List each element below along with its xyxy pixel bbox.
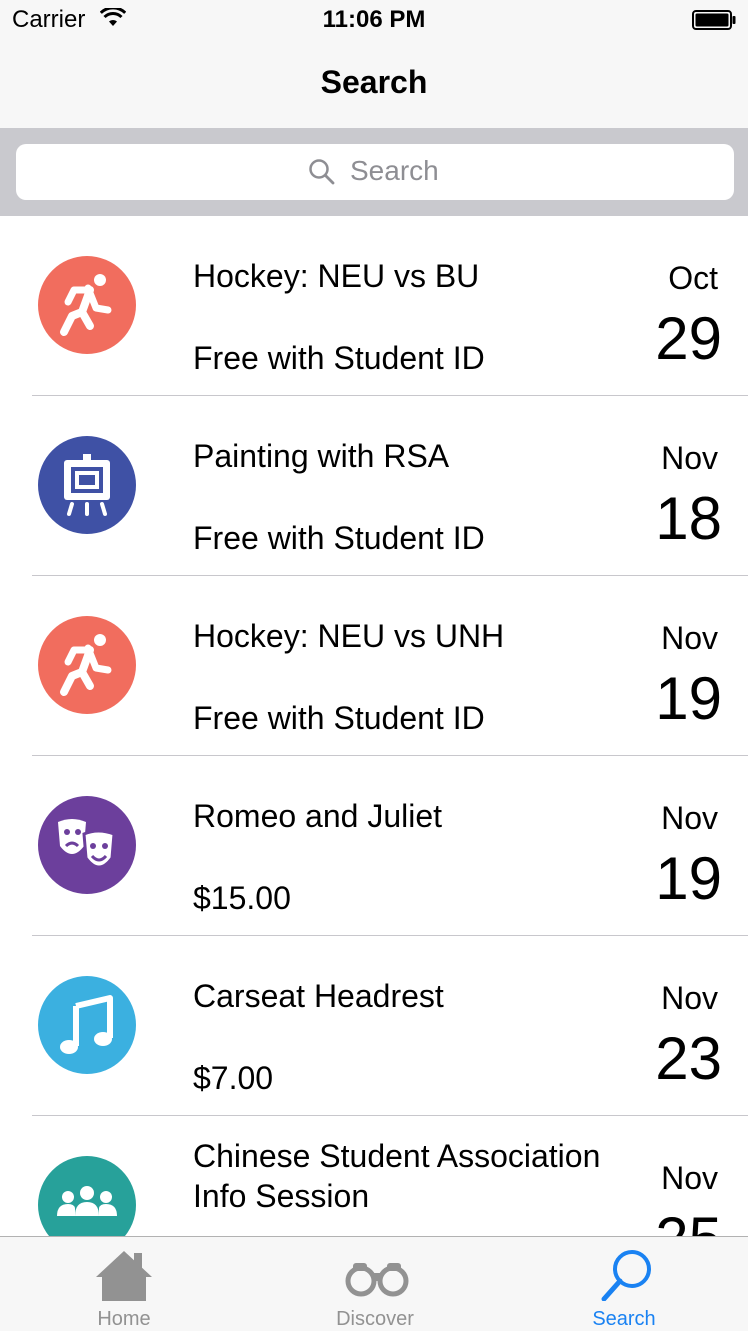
event-row[interactable]: Painting with RSA Free with Student ID N… (0, 396, 748, 576)
house-icon (96, 1251, 152, 1301)
search-input[interactable]: Search (16, 144, 734, 200)
page-title: Search (320, 64, 428, 100)
event-day: 23 (655, 1025, 722, 1092)
event-month: Nov (661, 980, 718, 1016)
event-day: 25 (655, 1204, 722, 1236)
search-bar: Search (0, 128, 748, 216)
event-month: Nov (661, 1160, 718, 1196)
event-title: Hockey: NEU vs BU (193, 258, 480, 294)
tab-bar: Home Discover Search (0, 1236, 748, 1331)
running-icon (38, 256, 136, 354)
event-price: $15.00 (193, 880, 291, 916)
tab-discover-label: Discover (336, 1308, 414, 1330)
event-day: 19 (655, 665, 722, 732)
event-day: 18 (655, 485, 722, 552)
tab-home[interactable]: Home (44, 1237, 204, 1331)
event-price: Free with Student ID (193, 520, 485, 556)
event-row[interactable]: Carseat Headrest $7.00 Nov 23 (0, 936, 748, 1116)
event-month: Oct (668, 260, 718, 296)
event-row[interactable]: Hockey: NEU vs UNH Free with Student ID … (0, 576, 748, 756)
binoculars-icon (345, 1263, 409, 1297)
navigation-bar: Search (0, 40, 748, 128)
tab-home-label: Home (97, 1308, 151, 1330)
event-day: 29 (655, 305, 722, 372)
magnifier-icon (601, 1250, 651, 1301)
event-title: Carseat Headrest (193, 978, 444, 1014)
tab-search-label: Search (592, 1308, 656, 1330)
event-price: Free with Student ID (193, 340, 485, 376)
search-icon (308, 158, 336, 191)
event-row[interactable]: Chinese Student Association Info Session… (0, 1116, 748, 1236)
running-icon (38, 616, 136, 714)
search-placeholder: Search (350, 155, 439, 186)
event-title: Hockey: NEU vs UNH (193, 618, 505, 654)
event-list: Hockey: NEU vs BU Free with Student ID O… (0, 216, 748, 1236)
event-price: Free with Student ID (193, 700, 485, 736)
event-month: Nov (661, 440, 718, 476)
status-time: 11:06 PM (322, 6, 426, 33)
group-icon (38, 1156, 136, 1236)
theater-masks-icon (38, 796, 136, 894)
event-month: Nov (661, 620, 718, 656)
event-row[interactable]: Hockey: NEU vs BU Free with Student ID O… (0, 216, 748, 396)
event-month: Nov (661, 800, 718, 836)
easel-icon (38, 436, 136, 534)
event-price: $7.00 (193, 1060, 274, 1096)
event-title: Romeo and Juliet (193, 798, 443, 834)
tab-search[interactable]: Search (544, 1237, 704, 1331)
tab-discover[interactable]: Discover (295, 1237, 455, 1331)
status-bar: Carrier 11:06 PM (0, 0, 748, 40)
battery-icon (692, 10, 736, 30)
event-row[interactable]: Romeo and Juliet $15.00 Nov 19 (0, 756, 748, 936)
event-day: 19 (655, 845, 722, 912)
event-title: Painting with RSA (193, 438, 450, 474)
music-note-icon (38, 976, 136, 1074)
event-title: Chinese Student Association Info Session (193, 1138, 601, 1214)
